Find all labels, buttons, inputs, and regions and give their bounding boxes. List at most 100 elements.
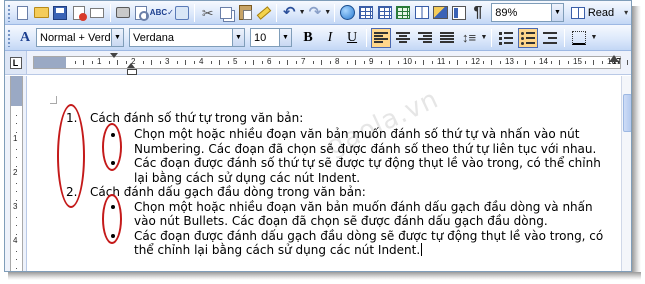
paragraph-line: Các đoạn được đánh dấu gạch đầu dòng sẽ … (134, 229, 604, 243)
align-left-icon[interactable] (371, 27, 391, 48)
show-hide-pilcrow-icon[interactable]: ¶ (470, 3, 487, 23)
decrease-indent-icon[interactable] (540, 28, 560, 48)
underline-button[interactable]: U (342, 28, 362, 48)
zoom-dropdown-icon[interactable]: ▼ (552, 3, 564, 22)
align-right-icon[interactable] (415, 28, 435, 48)
ruler-tick (414, 61, 416, 64)
research-icon[interactable] (174, 3, 191, 23)
spelling-grammar-icon[interactable]: ABC✓ (150, 3, 174, 23)
ruler-tick (533, 61, 535, 64)
font-size-dropdown-icon[interactable]: ▼ (280, 28, 292, 47)
ruler-tick (491, 60, 492, 65)
zoom-combo[interactable]: 89% (491, 3, 553, 22)
document-map-icon[interactable] (451, 3, 468, 23)
insert-excel-icon[interactable] (395, 3, 412, 23)
first-line-indent-marker[interactable] (110, 53, 118, 58)
save-icon[interactable] (52, 3, 69, 23)
ruler-tick (312, 61, 314, 64)
ruler-tick (465, 61, 467, 64)
copy-icon[interactable] (218, 3, 235, 23)
vertical-ruler: 1 2 3 4 (5, 76, 27, 271)
ruler-tick (16, 199, 17, 201)
ruler-number: 13 (505, 57, 514, 66)
text-boundary-mark (50, 103, 57, 104)
align-center-icon[interactable] (393, 28, 413, 48)
insert-table-icon[interactable] (376, 3, 393, 23)
tables-borders-icon[interactable] (358, 3, 375, 23)
tab-selector[interactable]: L (5, 51, 27, 74)
read-label: Read (587, 6, 615, 19)
word-window: ABC✓ ✂ ↶ ▼ ↷ ▼ ¶ 89% ▼ Read ▾ A Normal +… (4, 0, 632, 272)
ruler-number: 14 (539, 57, 548, 66)
ruler-tick (16, 191, 17, 192)
columns-icon[interactable] (414, 3, 431, 23)
insert-hyperlink-icon[interactable] (339, 3, 356, 23)
style-combo[interactable]: Normal + Verda (36, 28, 112, 47)
annotation-ellipse (57, 104, 85, 208)
left-margin-area (34, 57, 66, 68)
numbering-icon[interactable] (496, 28, 516, 48)
vertical-scrollbar[interactable] (621, 76, 631, 271)
standard-toolbar: ABC✓ ✂ ↶ ▼ ↷ ▼ ¶ 89% ▼ Read ▾ (5, 1, 631, 25)
style-dropdown-icon[interactable]: ▼ (112, 28, 124, 47)
ruler-number: 10 (403, 57, 412, 66)
ruler-strip[interactable]: 1234567891011121314151617 (33, 56, 628, 69)
font-combo[interactable]: Verdana (129, 28, 233, 47)
ruler-number: 5 (233, 57, 238, 66)
bold-label: B (303, 29, 313, 45)
read-button[interactable]: Read (568, 3, 617, 23)
document-page[interactable]: gaola.vn 1. Cách đánh số thứ tự trong vă… (28, 76, 620, 271)
bold-button[interactable]: B (298, 28, 318, 48)
ruler-number: 1 (97, 57, 102, 66)
right-indent-marker[interactable] (609, 52, 619, 62)
paragraph-line-text: thể chỉnh lại bằng cách sử dụng các nút … (134, 243, 421, 257)
hanging-indent-marker[interactable] (127, 63, 137, 75)
ruler-number: 11 (437, 57, 446, 66)
borders-dropdown-icon[interactable]: ▼ (590, 28, 598, 48)
print-preview-icon[interactable] (133, 3, 150, 23)
open-folder-icon[interactable] (33, 3, 50, 23)
ruler-tick (83, 60, 84, 65)
window-shadow-bottom (8, 272, 641, 280)
permission-icon[interactable] (70, 3, 87, 23)
bullets-icon[interactable] (518, 27, 538, 48)
email-icon[interactable] (89, 3, 106, 23)
font-size-combo[interactable]: 10 (250, 28, 280, 47)
redo-dropdown-icon[interactable]: ▼ (324, 3, 331, 23)
borders-icon[interactable] (569, 28, 589, 48)
ruler-number: 9 (369, 57, 374, 66)
ruler-tick (321, 60, 322, 65)
toolbar-grip[interactable] (7, 28, 11, 47)
line-spacing-dropdown-icon[interactable]: ▼ (480, 28, 488, 48)
toolbar-options-icon[interactable]: ▾ (621, 3, 631, 23)
vertical-ruler-strip[interactable]: 1 2 3 4 (10, 76, 23, 271)
ruler-tick (287, 60, 288, 65)
scrollbar-thumb[interactable] (623, 94, 631, 132)
undo-dropdown-icon[interactable]: ▼ (299, 3, 306, 23)
undo-icon[interactable]: ↶ (281, 3, 298, 23)
toolbar-separator (276, 3, 278, 22)
print-icon[interactable] (115, 3, 132, 23)
italic-button[interactable]: I (320, 28, 340, 48)
ruler-tick (329, 61, 331, 64)
line-spacing-icon[interactable]: ↕≡ (459, 28, 479, 48)
redo-icon[interactable]: ↷ (307, 3, 324, 23)
font-dropdown-icon[interactable]: ▼ (233, 28, 245, 47)
ruler-tick (16, 250, 17, 252)
drawing-icon[interactable] (432, 3, 449, 23)
list-heading: Cách đánh số thứ tự trong văn bản: (90, 111, 304, 125)
justify-icon[interactable] (437, 28, 457, 48)
ruler-tick (16, 123, 17, 124)
styles-formatting-icon[interactable]: A (15, 28, 35, 48)
cut-icon[interactable]: ✂ (199, 3, 216, 23)
toolbar-grip[interactable] (7, 3, 11, 22)
ruler-tick (346, 61, 348, 64)
ruler-tick (91, 61, 93, 64)
ruler-tick (16, 182, 17, 184)
ruler-tick (431, 61, 433, 64)
ruler-tick (380, 61, 382, 64)
toolbar-separator (366, 28, 367, 47)
format-painter-icon[interactable] (255, 3, 272, 23)
new-document-icon[interactable] (14, 3, 31, 23)
paste-icon[interactable] (237, 3, 254, 23)
